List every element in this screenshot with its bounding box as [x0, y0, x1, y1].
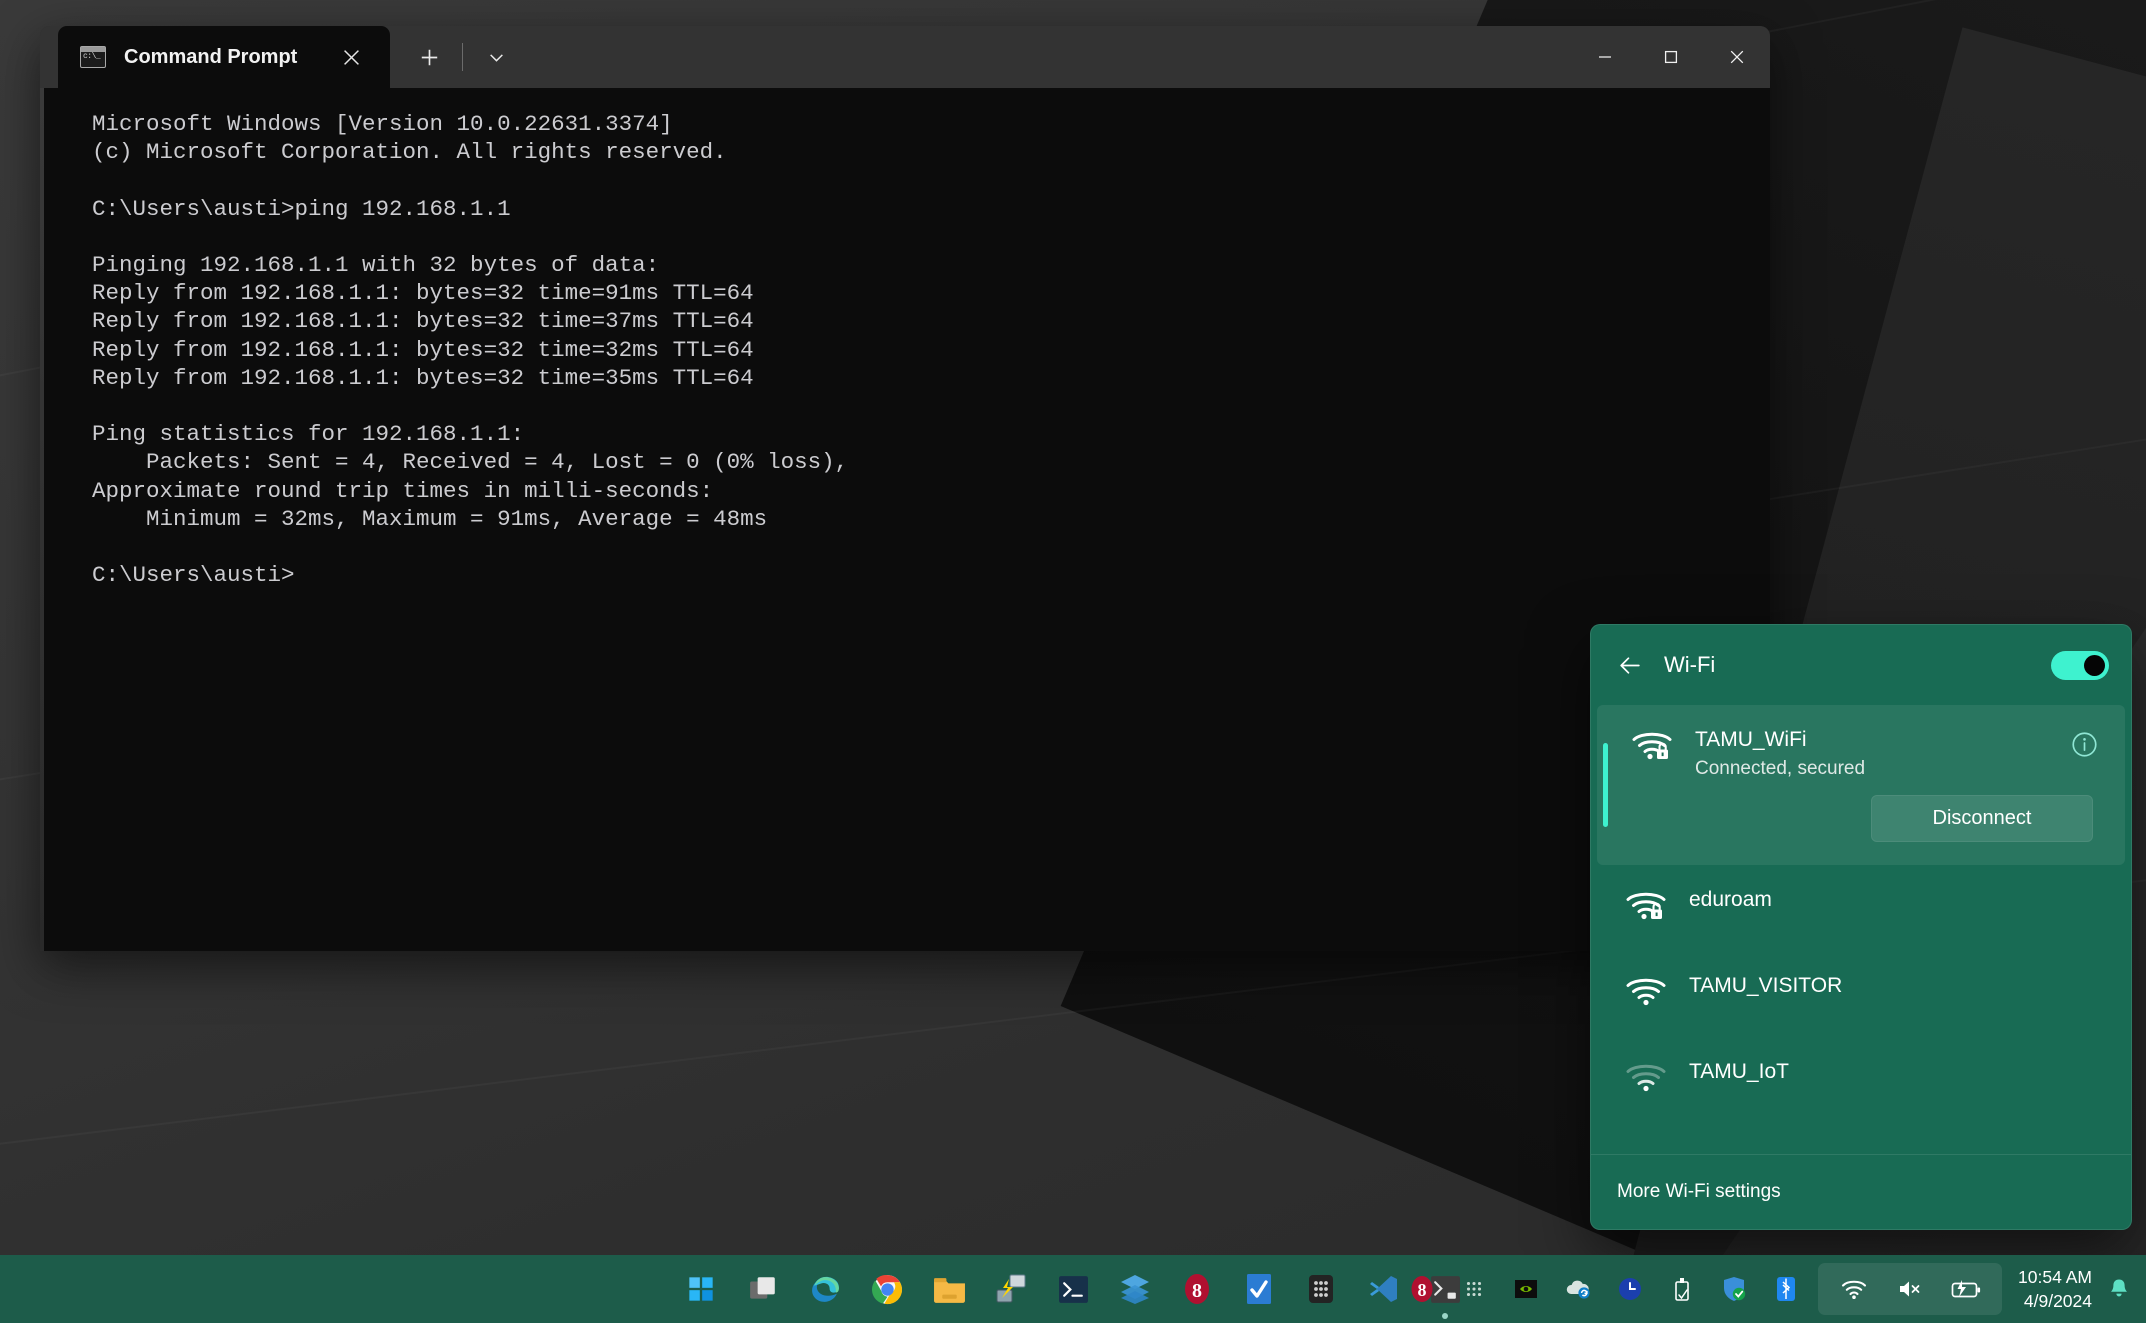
svg-text:8: 8	[1418, 1280, 1427, 1300]
command-prompt-window: Command Prompt	[40, 26, 1770, 951]
info-circle-icon[interactable]	[2069, 729, 2099, 759]
disconnect-button[interactable]: Disconnect	[1871, 795, 2093, 842]
network-meta: TAMU_IoT	[1689, 1059, 2105, 1085]
wifi-icon[interactable]	[1835, 1267, 1873, 1311]
remote-desktop-button[interactable]	[989, 1267, 1033, 1311]
todo-button[interactable]	[1237, 1267, 1281, 1311]
network-item-visitor[interactable]: TAMU_VISITOR	[1591, 951, 2131, 1037]
battery-charging-icon[interactable]	[1947, 1267, 1985, 1311]
network-actions: Disconnect	[1631, 781, 2099, 842]
close-button[interactable]	[1704, 26, 1770, 88]
file-explorer-button[interactable]	[927, 1267, 971, 1311]
task-view-button[interactable]	[741, 1267, 785, 1311]
terminal-text: Microsoft Windows [Version 10.0.22631.33…	[92, 111, 849, 589]
clock-and-date[interactable]: 10:54 AM 4/9/2024	[2018, 1265, 2092, 1313]
wifi-weak-icon	[1625, 1059, 1667, 1093]
calculator-button[interactable]	[1299, 1267, 1343, 1311]
wifi-panel-title: Wi-Fi	[1664, 652, 1716, 677]
bluetooth-icon[interactable]	[1767, 1267, 1805, 1311]
windows-security-icon[interactable]	[1715, 1267, 1753, 1311]
window-titlebar[interactable]: Command Prompt	[40, 26, 1770, 88]
layers-app-button[interactable]	[1113, 1267, 1157, 1311]
network-item-top: TAMU_WiFi Connected, secured	[1631, 727, 2099, 781]
wifi-flyout-panel: Wi-Fi TAMU_WiFi Connected, secured Disco…	[1590, 624, 2132, 1230]
minimize-button[interactable]	[1572, 26, 1638, 88]
maximize-button[interactable]	[1638, 26, 1704, 88]
network-name: TAMU_IoT	[1689, 1060, 1789, 1083]
clock-date: 4/9/2024	[2023, 1291, 2092, 1311]
tab-strip: Command Prompt	[40, 26, 390, 88]
tab-command-prompt[interactable]: Command Prompt	[58, 26, 390, 88]
more-wifi-settings-link[interactable]: More Wi-Fi settings	[1617, 1181, 1781, 1202]
network-item-iot[interactable]: TAMU_IoT	[1591, 1037, 2131, 1123]
wifi-flyout-header: Wi-Fi	[1591, 625, 2131, 705]
network-meta: eduroam	[1689, 887, 2105, 913]
quick-settings-button[interactable]	[1818, 1263, 2003, 1315]
tab-label: Command Prompt	[124, 45, 298, 68]
hidden-icons-button[interactable]	[1455, 1267, 1493, 1311]
arrow-left-icon[interactable]	[1617, 653, 1642, 678]
nvidia-tray-icon[interactable]	[1507, 1267, 1545, 1311]
network-name: TAMU_WiFi	[1695, 728, 1807, 751]
system-tray: 8 10:54 AM 4/9/2024	[1396, 1263, 2134, 1315]
wifi-secured-icon	[1631, 727, 1673, 761]
onedrive-tray-icon[interactable]	[1559, 1267, 1597, 1311]
clock-time: 10:54 AM	[2018, 1267, 2092, 1287]
wifi-flyout-footer: More Wi-Fi settings	[1591, 1154, 2131, 1229]
network-meta: TAMU_VISITOR	[1689, 973, 2105, 999]
octave-button[interactable]: 8	[1175, 1267, 1219, 1311]
safely-remove-hardware-icon[interactable]	[1663, 1267, 1701, 1311]
network-item-connected[interactable]: TAMU_WiFi Connected, secured Disconnect	[1597, 705, 2125, 865]
taskbar: 8 8 10:54 AM 4/9/2024	[0, 1255, 2146, 1323]
new-tab-icon[interactable]	[406, 34, 452, 80]
terminal-output-area[interactable]: Microsoft Windows [Version 10.0.22631.33…	[40, 88, 1770, 951]
network-item-eduroam[interactable]: eduroam	[1591, 865, 2131, 951]
speaker-muted-icon[interactable]	[1891, 1267, 1929, 1311]
network-meta: TAMU_WiFi Connected, secured	[1695, 727, 2069, 781]
selection-indicator	[1603, 743, 1608, 827]
svg-text:8: 8	[1192, 1280, 1202, 1302]
wifi-toggle-switch[interactable]	[2051, 650, 2109, 680]
chevron-down-icon[interactable]	[473, 34, 519, 80]
wifi-open-icon	[1625, 973, 1667, 1007]
wifi-secured-icon	[1625, 887, 1667, 921]
network-name: eduroam	[1689, 888, 1772, 911]
lastpass-tray-icon[interactable]	[1611, 1267, 1649, 1311]
powershell-button[interactable]	[1051, 1267, 1095, 1311]
close-tab-icon[interactable]	[334, 40, 368, 74]
wifi-network-list: TAMU_WiFi Connected, secured Disconnect	[1591, 705, 2131, 1154]
network-name: TAMU_VISITOR	[1689, 974, 1843, 997]
start-button[interactable]	[679, 1267, 723, 1311]
edge-button[interactable]	[803, 1267, 847, 1311]
bell-icon[interactable]	[2104, 1267, 2134, 1311]
tab-tools	[390, 26, 519, 88]
network-status: Connected, secured	[1695, 758, 1866, 779]
console-icon	[80, 46, 106, 68]
window-controls	[1572, 26, 1770, 88]
chrome-button[interactable]	[865, 1267, 909, 1311]
terminal-edge	[40, 88, 44, 951]
octave-tray-icon[interactable]: 8	[1403, 1267, 1441, 1311]
tools-divider	[462, 43, 463, 71]
